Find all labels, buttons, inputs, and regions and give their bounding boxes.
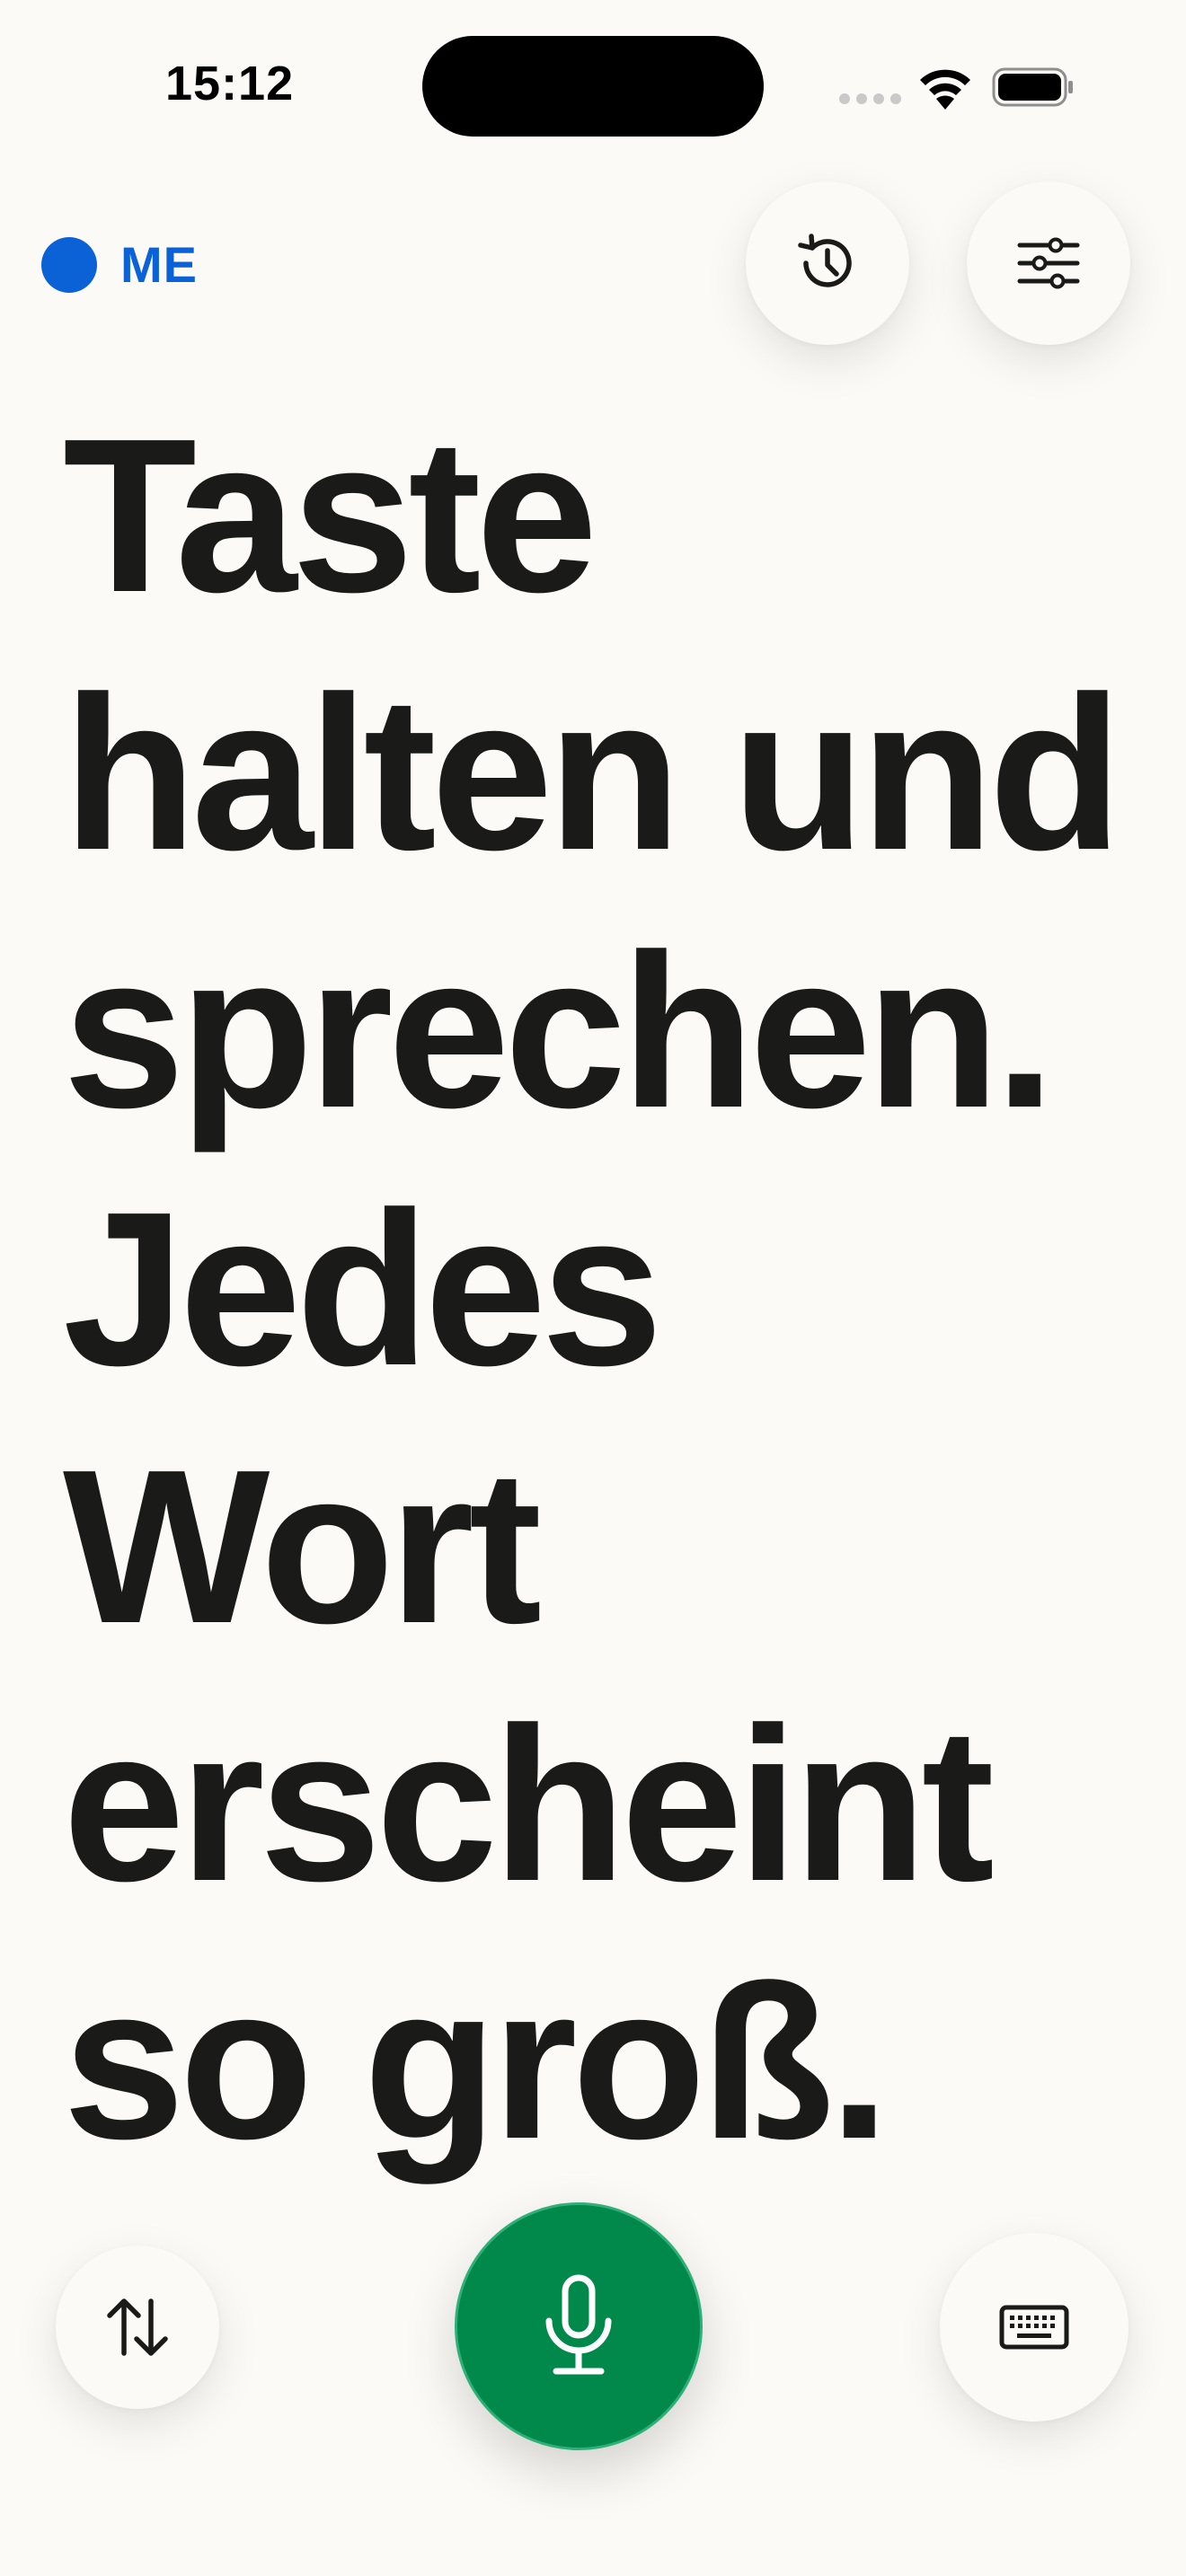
cellular-signal-icon [839, 93, 901, 104]
app-screen: 15:12 ME Taste halten und sprechen. Jede… [0, 0, 1186, 2576]
history-button[interactable] [746, 181, 909, 345]
speaker-dot [41, 236, 97, 293]
wifi-icon [920, 69, 970, 110]
status-time: 15:12 [165, 57, 295, 110]
microphone-button[interactable] [455, 2202, 703, 2450]
history-clock-icon [798, 234, 852, 287]
dynamic-island [422, 36, 764, 137]
settings-button[interactable] [967, 181, 1130, 345]
sliders-icon [1017, 237, 1080, 289]
swap-button[interactable] [56, 2245, 219, 2409]
caption-text: Taste halten und sprechen. Jedes Wort er… [63, 393, 1122, 2184]
speaker-label: ME [120, 236, 198, 293]
microphone-icon [545, 2274, 612, 2375]
keyboard-button[interactable] [940, 2233, 1128, 2422]
keyboard-icon [999, 2305, 1069, 2350]
battery-icon [992, 67, 1073, 107]
speaker-tag[interactable]: ME [41, 235, 198, 294]
swap-arrows-icon [107, 2298, 168, 2356]
